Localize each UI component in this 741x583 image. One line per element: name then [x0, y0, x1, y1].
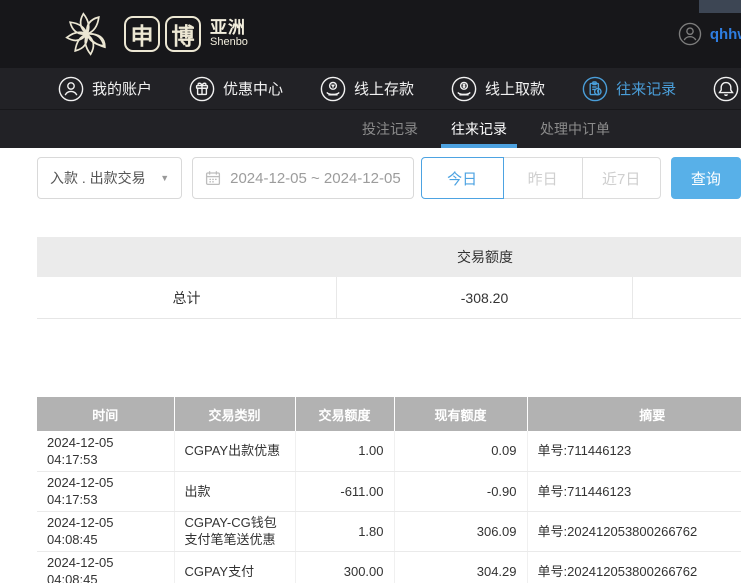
cell-time: 2024-12-05 04:08:45: [37, 551, 175, 583]
nav-label: 我的账户: [92, 81, 153, 98]
cell-summary: 单号:711446123: [527, 431, 741, 472]
quick-range-group: 今日 昨日 近7日: [420, 157, 661, 199]
summary-total-row: 总计 -308.20: [37, 277, 741, 319]
summary-header-row: 交易额度: [37, 237, 741, 277]
tab-processing-orders[interactable]: 处理中订单: [530, 110, 620, 148]
cell-time: 2024-12-05 04:17:53: [37, 431, 175, 472]
records-header-row: 时间 交易类别 交易额度 现有额度 摘要: [37, 397, 741, 431]
nav-label: 线上存款: [354, 81, 415, 98]
nav-item-online-deposit[interactable]: 线上存款: [320, 76, 414, 102]
gift-icon: [189, 76, 215, 101]
search-button[interactable]: 查询: [670, 157, 741, 199]
table-row: 2024-12-05 04:17:53 CGPAY出款优惠 1.00 0.09 …: [37, 431, 741, 472]
col-header-balance: 现有额度: [394, 397, 528, 431]
username-label[interactable]: qhhw: [710, 26, 741, 43]
cell-summary: 单号:202412053800266762: [527, 551, 741, 583]
nav-label: 优惠中心: [223, 81, 284, 98]
nav-item-online-withdrawal[interactable]: 线上取款: [451, 76, 545, 102]
cell-amount: 1.80: [295, 511, 395, 552]
transaction-type-value: 入款 . 出款交易: [50, 170, 146, 186]
date-range-value: 2024-12-05 ~ 2024-12-05: [230, 169, 401, 187]
scrollbar-thumb[interactable]: [699, 0, 741, 13]
summary-empty-cell: [633, 277, 741, 318]
filter-bar: 入款 . 出款交易 ▼ 2024-12-05 ~ 2024-12-05 今日 昨…: [0, 148, 741, 199]
yesterday-button[interactable]: 昨日: [503, 157, 583, 199]
logo-char-box: 博: [165, 16, 201, 52]
cell-summary: 单号:711446123: [527, 471, 741, 512]
logo-char-box: 申: [124, 16, 160, 52]
summary-table: 交易额度 总计 -308.20: [37, 237, 741, 319]
records-table: 时间 交易类别 交易额度 现有额度 摘要 2024-12-05 04:17:53…: [37, 397, 741, 583]
nav-label: 往来记录: [616, 81, 677, 98]
cell-type: CGPAY-CG钱包支付笔笔送优惠: [174, 511, 296, 552]
calendar-icon: [206, 171, 221, 186]
nav-label: 线上取款: [485, 81, 546, 98]
logo-en-text: Shenbo: [210, 36, 248, 49]
cell-type: 出款: [174, 471, 296, 512]
nav-item-messages[interactable]: 信: [713, 76, 741, 102]
chevron-down-icon: ▼: [160, 173, 170, 183]
tab-betting-records[interactable]: 投注记录: [352, 110, 428, 148]
flower-logo-icon: [65, 12, 106, 56]
last-7-days-button[interactable]: 近7日: [581, 157, 661, 199]
col-header-amount: 交易额度: [295, 397, 395, 431]
avatar-icon: [678, 22, 702, 46]
summary-header-amount: 交易额度: [457, 249, 513, 265]
cell-time: 2024-12-05 04:17:53: [37, 471, 175, 512]
withdraw-icon: [451, 76, 477, 101]
nav-item-my-account[interactable]: 我的账户: [58, 76, 152, 102]
deposit-icon: [320, 76, 346, 101]
summary-total-label: 总计: [37, 277, 337, 318]
col-header-summary: 摘要: [527, 397, 741, 431]
cell-amount: 1.00: [295, 431, 395, 472]
cell-type: CGPAY出款优惠: [174, 431, 296, 472]
user-icon: [58, 76, 84, 101]
cell-amount: -611.00: [295, 471, 395, 512]
nav-item-promotions[interactable]: 优惠中心: [189, 76, 283, 102]
cell-summary: 单号:202412053800266762: [527, 511, 741, 552]
cell-balance: 304.29: [394, 551, 528, 583]
transaction-type-select[interactable]: 入款 . 出款交易 ▼: [37, 157, 183, 199]
today-button[interactable]: 今日: [420, 157, 504, 199]
cell-amount: 300.00: [295, 551, 395, 583]
summary-total-value: -308.20: [337, 277, 633, 318]
cell-balance: -0.90: [394, 471, 528, 512]
records-icon: [582, 76, 608, 101]
logo-wordmark: 亚洲 Shenbo: [210, 19, 248, 48]
bell-icon: [713, 76, 739, 101]
logo-region-text: 亚洲: [210, 18, 246, 38]
tab-transaction-records[interactable]: 往来记录: [441, 110, 517, 148]
top-bar: 申 博 亚洲 Shenbo qhhw: [0, 0, 741, 68]
main-nav: 我的账户 优惠中心 线上存款 线上取款 往来记录: [0, 68, 741, 110]
brand-logo[interactable]: 申 博 亚洲 Shenbo: [60, 7, 248, 61]
table-row: 2024-12-05 04:08:45 CGPAY-CG钱包支付笔笔送优惠 1.…: [37, 511, 741, 552]
col-header-time: 时间: [37, 397, 175, 431]
cell-balance: 0.09: [394, 431, 528, 472]
date-range-picker[interactable]: 2024-12-05 ~ 2024-12-05: [192, 157, 414, 199]
cell-type: CGPAY支付: [174, 551, 296, 583]
record-subtabs: 投注记录 往来记录 处理中订单: [0, 110, 741, 148]
table-row: 2024-12-05 04:17:53 出款 -611.00 -0.90 单号:…: [37, 471, 741, 512]
table-row: 2024-12-05 04:08:45 CGPAY支付 300.00 304.2…: [37, 551, 741, 583]
col-header-type: 交易类别: [174, 397, 296, 431]
cell-time: 2024-12-05 04:08:45: [37, 511, 175, 552]
cell-balance: 306.09: [394, 511, 528, 552]
nav-item-transaction-records[interactable]: 往来记录: [582, 76, 676, 102]
